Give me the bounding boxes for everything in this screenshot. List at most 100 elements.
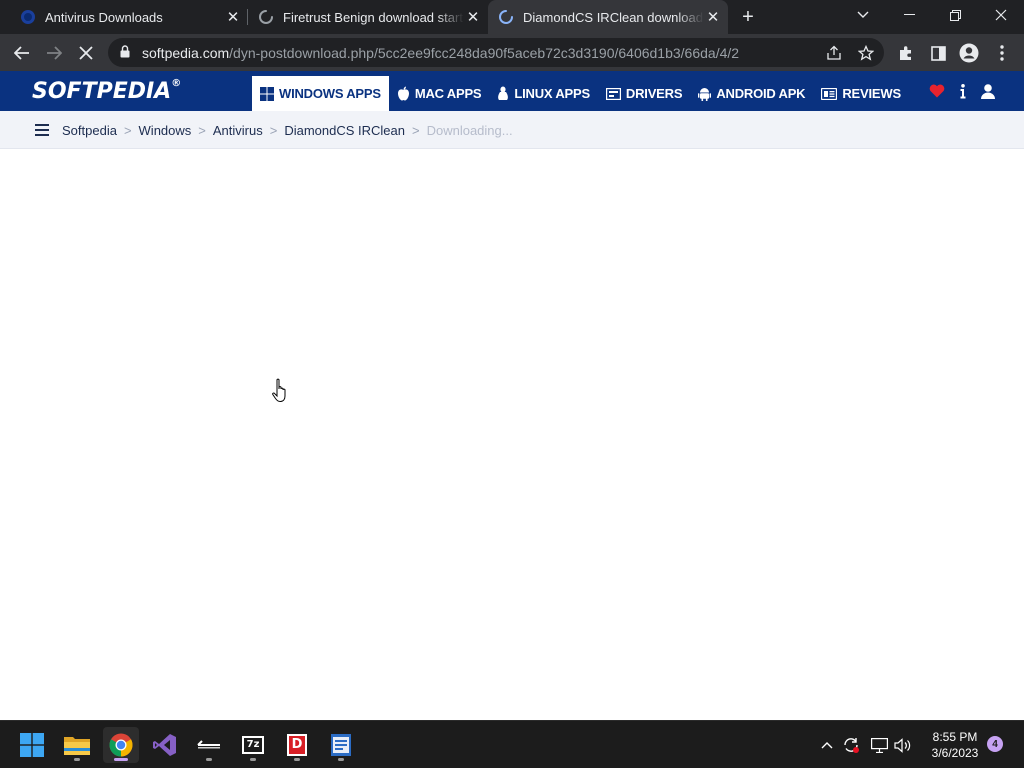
side-panel-button[interactable] bbox=[924, 39, 952, 67]
taskbar-visual-studio[interactable] bbox=[147, 727, 183, 763]
logo-registered-mark: ® bbox=[171, 77, 182, 89]
taskbar-document-app[interactable] bbox=[323, 727, 359, 763]
start-button[interactable] bbox=[14, 727, 50, 763]
taskbar-7zip[interactable]: 7z bbox=[235, 727, 271, 763]
taskbar-red-d-app[interactable]: D bbox=[279, 727, 315, 763]
visual-studio-icon bbox=[153, 734, 176, 756]
softpedia-header: SOFTPEDIA® WINDOWS APPS MAC APPS LINUX A… bbox=[0, 71, 1024, 111]
arrow-right-icon bbox=[47, 46, 62, 60]
sync-status-icon[interactable] bbox=[842, 736, 860, 754]
close-icon[interactable]: ✕ bbox=[224, 8, 242, 26]
volume-icon[interactable] bbox=[894, 736, 912, 754]
breadcrumb-current: Downloading... bbox=[426, 123, 513, 138]
windows-taskbar: 7z D 8:55 PM 3/6/2023 bbox=[0, 720, 1024, 768]
url-path: /dyn-postdownload.php/5cc2ee9fcc248da90f… bbox=[229, 45, 740, 61]
nav-android-apk[interactable]: ANDROID APK bbox=[690, 76, 813, 111]
7zip-icon: 7z bbox=[242, 736, 264, 754]
tab-firetrust-benign[interactable]: Firetrust Benign download starting ✕ bbox=[248, 0, 488, 34]
nav-linux-apps[interactable]: LINUX APPS bbox=[489, 76, 598, 111]
new-tab-button[interactable]: + bbox=[737, 7, 759, 29]
restore-icon bbox=[949, 9, 961, 21]
browser-toolbar: softpedia.com/dyn-postdownload.php/5cc2e… bbox=[0, 34, 1024, 71]
taskbar-chrome[interactable] bbox=[103, 727, 139, 763]
breadcrumb-link-antivirus[interactable]: Antivirus bbox=[213, 123, 263, 138]
tab-title: DiamondCS IRClean download starting bbox=[523, 9, 704, 25]
url-text[interactable]: softpedia.com/dyn-postdownload.php/5cc2e… bbox=[142, 45, 739, 61]
running-indicator bbox=[74, 758, 80, 761]
nav-drivers[interactable]: DRIVERS bbox=[598, 76, 690, 111]
softpedia-favicon bbox=[21, 10, 35, 24]
breadcrumb-link-windows[interactable]: Windows bbox=[139, 123, 192, 138]
chrome-icon bbox=[109, 733, 133, 757]
forward-button[interactable] bbox=[40, 39, 68, 67]
breadcrumb-bar: Softpedia > Windows > Antivirus > Diamon… bbox=[0, 111, 1024, 149]
profile-button[interactable] bbox=[955, 39, 983, 67]
address-bar[interactable]: softpedia.com/dyn-postdownload.php/5cc2e… bbox=[108, 38, 884, 67]
nav-label: ANDROID APK bbox=[716, 86, 806, 101]
system-clock[interactable]: 8:55 PM 3/6/2023 bbox=[924, 729, 986, 761]
linux-icon bbox=[497, 86, 509, 101]
taskbar-terminal[interactable] bbox=[191, 727, 227, 763]
arrow-left-icon bbox=[14, 46, 29, 60]
loading-spinner-icon bbox=[259, 10, 273, 24]
main-nav: WINDOWS APPS MAC APPS LINUX APPS DRIVERS… bbox=[252, 76, 909, 111]
browser-tab-strip: Antivirus Downloads ✕ Firetrust Benign d… bbox=[0, 0, 1024, 34]
nav-reviews[interactable]: REVIEWS bbox=[813, 76, 909, 111]
nav-label: MAC APPS bbox=[414, 86, 482, 101]
tab-title: Firetrust Benign download starting bbox=[283, 9, 464, 25]
share-icon[interactable] bbox=[824, 43, 844, 63]
more-vertical-icon bbox=[1000, 45, 1004, 61]
chevron-up-icon bbox=[821, 742, 833, 749]
stop-loading-button[interactable] bbox=[72, 39, 100, 67]
breadcrumb-separator: > bbox=[269, 123, 278, 138]
chevron-down-icon bbox=[857, 11, 869, 18]
extensions-button[interactable] bbox=[892, 39, 920, 67]
show-hidden-icons-button[interactable] bbox=[818, 736, 836, 754]
running-indicator bbox=[294, 758, 300, 761]
nav-label: DRIVERS bbox=[625, 86, 683, 101]
nav-label: LINUX APPS bbox=[514, 86, 590, 101]
terminal-icon bbox=[197, 740, 220, 749]
nav-mac-apps[interactable]: MAC APPS bbox=[389, 76, 490, 111]
file-explorer-icon bbox=[64, 737, 90, 755]
hamburger-menu-icon[interactable] bbox=[35, 124, 49, 136]
tab-title: Antivirus Downloads bbox=[45, 9, 163, 25]
close-window-button[interactable] bbox=[978, 0, 1024, 30]
windows-icon bbox=[260, 86, 274, 101]
start-icon bbox=[20, 733, 44, 757]
breadcrumb-link-softpedia[interactable]: Softpedia bbox=[62, 123, 117, 138]
restore-button[interactable] bbox=[932, 0, 978, 30]
running-indicator bbox=[206, 758, 212, 761]
browser-menu-button[interactable] bbox=[988, 39, 1016, 67]
info-icon[interactable] bbox=[955, 83, 971, 99]
lock-icon[interactable] bbox=[120, 45, 130, 58]
nav-windows-apps[interactable]: WINDOWS APPS bbox=[252, 76, 389, 111]
close-icon bbox=[995, 9, 1007, 21]
reviews-icon bbox=[821, 87, 838, 100]
breadcrumb-separator: > bbox=[412, 123, 420, 138]
user-icon[interactable] bbox=[980, 83, 996, 99]
breadcrumb-link-diamondcs-irclean[interactable]: DiamondCS IRClean bbox=[284, 123, 405, 138]
taskbar-file-explorer[interactable] bbox=[59, 727, 95, 763]
loading-spinner-icon bbox=[499, 10, 513, 24]
heart-icon[interactable] bbox=[929, 83, 945, 99]
tab-search-button[interactable] bbox=[840, 0, 886, 30]
breadcrumb-separator: > bbox=[198, 123, 206, 138]
nav-label: WINDOWS APPS bbox=[279, 86, 381, 101]
minimize-icon bbox=[903, 14, 915, 15]
drivers-icon bbox=[605, 87, 621, 100]
network-icon[interactable] bbox=[870, 736, 888, 754]
close-icon[interactable]: ✕ bbox=[704, 8, 722, 26]
close-icon bbox=[79, 46, 93, 60]
nav-label: REVIEWS bbox=[842, 86, 901, 101]
close-icon[interactable]: ✕ bbox=[464, 8, 482, 26]
logo-text: SOFTPEDIA bbox=[32, 79, 172, 104]
softpedia-logo[interactable]: SOFTPEDIA® bbox=[32, 77, 182, 104]
bookmark-star-icon[interactable] bbox=[856, 43, 876, 63]
tab-antivirus-downloads[interactable]: Antivirus Downloads ✕ bbox=[8, 0, 248, 34]
notification-badge[interactable]: 4 bbox=[987, 736, 1003, 752]
back-button[interactable] bbox=[8, 39, 36, 67]
minimize-button[interactable] bbox=[886, 0, 932, 30]
tab-diamondcs-irclean[interactable]: DiamondCS IRClean download starting ✕ bbox=[488, 0, 728, 34]
side-panel-icon bbox=[930, 45, 946, 61]
